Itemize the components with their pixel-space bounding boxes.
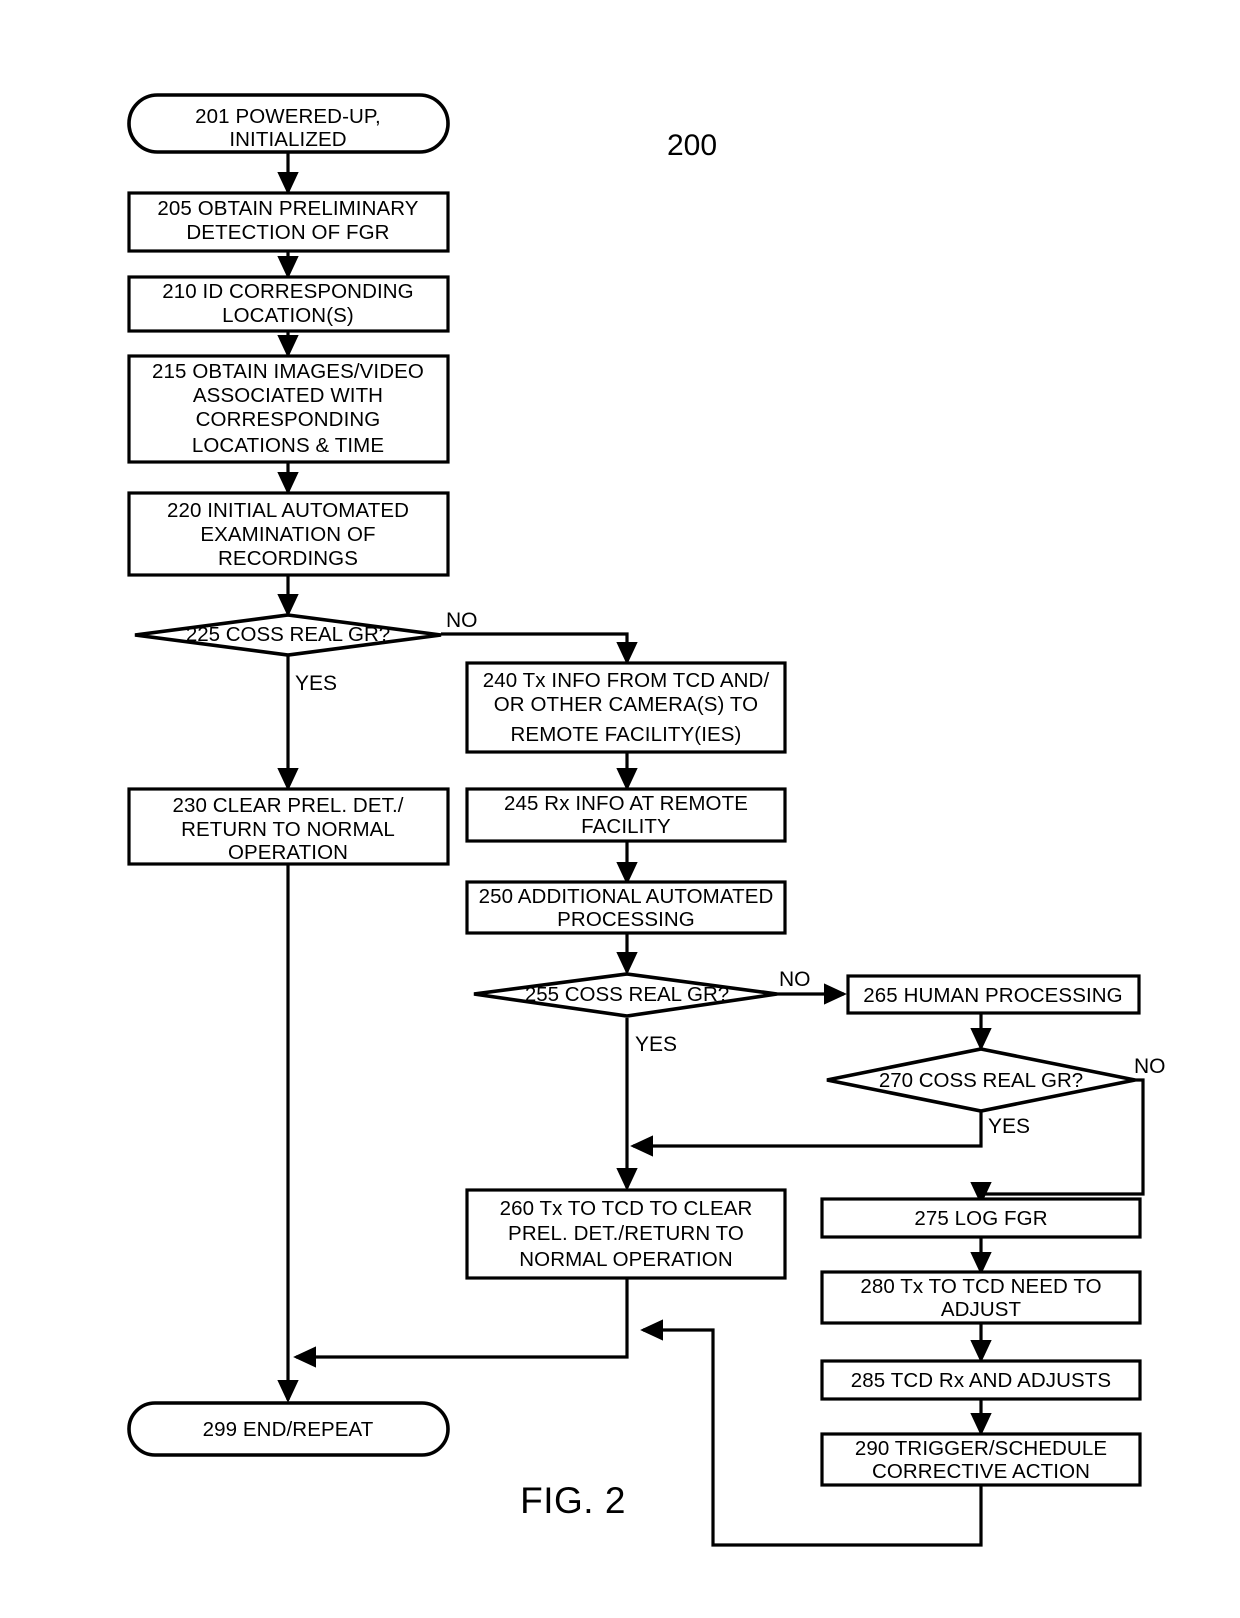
node-290-line-1: 290 TRIGGER/SCHEDULE bbox=[855, 1437, 1107, 1460]
node-290-line-2: CORRECTIVE ACTION bbox=[872, 1460, 1090, 1483]
node-245-line-2: FACILITY bbox=[581, 815, 671, 838]
node-240-line-1: 240 Tx INFO FROM TCD AND/ bbox=[483, 669, 770, 692]
edge-label-255-yes: YES bbox=[635, 1033, 677, 1056]
node-275-log-fgr[interactable]: 275 LOG FGR bbox=[820, 1197, 1142, 1239]
node-250-line-2: PROCESSING bbox=[557, 908, 695, 931]
node-215-obtain-images-video[interactable]: 215 OBTAIN IMAGES/VIDEO ASSOCIATED WITH … bbox=[127, 354, 450, 464]
node-290-trigger-schedule-corrective-action[interactable]: 290 TRIGGER/SCHEDULE CORRECTIVE ACTION bbox=[820, 1432, 1142, 1487]
node-230-line-3: OPERATION bbox=[228, 841, 348, 864]
node-245-line-1: 245 Rx INFO AT REMOTE bbox=[504, 792, 748, 815]
node-280-tx-to-tcd-need-to-adjust[interactable]: 280 Tx TO TCD NEED TO ADJUST bbox=[820, 1270, 1142, 1325]
node-270-label: 270 COSS REAL GR? bbox=[879, 1069, 1083, 1092]
node-280-line-1: 280 Tx TO TCD NEED TO bbox=[860, 1275, 1101, 1298]
node-280-line-2: ADJUST bbox=[941, 1298, 1022, 1321]
node-285-label: 285 TCD Rx AND ADJUSTS bbox=[851, 1369, 1111, 1392]
node-299-end-repeat[interactable]: 299 END/REPEAT bbox=[127, 1401, 450, 1457]
edge-label-270-no: NO bbox=[1134, 1055, 1166, 1078]
node-205-line-1: 205 OBTAIN PRELIMINARY bbox=[157, 197, 418, 220]
node-255-label: 255 COSS REAL GR? bbox=[525, 983, 729, 1006]
node-201-line-2: INITIALIZED bbox=[229, 128, 346, 151]
node-250-additional-automated-processing[interactable]: 250 ADDITIONAL AUTOMATED PROCESSING bbox=[465, 880, 787, 935]
node-260-line-1: 260 Tx TO TCD TO CLEAR bbox=[500, 1197, 753, 1220]
node-215-line-1: 215 OBTAIN IMAGES/VIDEO bbox=[152, 360, 424, 383]
node-260-tx-to-tcd-to-clear[interactable]: 260 Tx TO TCD TO CLEAR PREL. DET./RETURN… bbox=[465, 1188, 787, 1280]
node-285-tcd-rx-and-adjusts[interactable]: 285 TCD Rx AND ADJUSTS bbox=[820, 1359, 1142, 1401]
figure-caption: FIG. 2 bbox=[520, 1480, 626, 1521]
node-210-line-1: 210 ID CORRESPONDING bbox=[162, 280, 413, 303]
node-299-label: 299 END/REPEAT bbox=[203, 1418, 374, 1441]
node-260-line-3: NORMAL OPERATION bbox=[519, 1248, 732, 1271]
node-220-line-1: 220 INITIAL AUTOMATED bbox=[167, 499, 409, 522]
edge-label-225-yes: YES bbox=[295, 672, 337, 695]
node-265-label: 265 HUMAN PROCESSING bbox=[863, 984, 1122, 1007]
node-220-line-2: EXAMINATION OF bbox=[200, 523, 375, 546]
node-265-human-processing[interactable]: 265 HUMAN PROCESSING bbox=[846, 974, 1141, 1015]
node-230-clear-prel-det-return[interactable]: 230 CLEAR PREL. DET./ RETURN TO NORMAL O… bbox=[127, 787, 450, 866]
edge-270-yes-260 bbox=[630, 1112, 983, 1157]
node-270-coss-real-gr-decision[interactable]: 270 COSS REAL GR? bbox=[826, 1047, 1136, 1113]
node-230-line-1: 230 CLEAR PREL. DET./ bbox=[172, 794, 403, 817]
edge-260-299 bbox=[293, 1278, 629, 1368]
node-240-tx-info-from-tcd[interactable]: 240 Tx INFO FROM TCD AND/ OR OTHER CAMER… bbox=[465, 661, 787, 754]
edge-label-225-no: NO bbox=[446, 609, 478, 632]
node-225-label: 225 COSS REAL GR? bbox=[186, 623, 390, 646]
node-245-rx-info-at-remote-facility[interactable]: 245 Rx INFO AT REMOTE FACILITY bbox=[465, 787, 787, 843]
node-275-label: 275 LOG FGR bbox=[914, 1207, 1047, 1230]
edge-label-270-yes: YES bbox=[988, 1115, 1030, 1138]
node-220-initial-automated-examination[interactable]: 220 INITIAL AUTOMATED EXAMINATION OF REC… bbox=[127, 491, 450, 577]
node-225-coss-real-gr-decision[interactable]: 225 COSS REAL GR? bbox=[134, 613, 442, 657]
edge-label-255-no: NO bbox=[779, 968, 811, 991]
node-215-line-3: CORRESPONDING bbox=[196, 408, 381, 431]
flowchart-svg: 201 POWERED-UP, INITIALIZED 205 OBTAIN P… bbox=[127, 93, 1166, 1547]
node-205-line-2: DETECTION OF FGR bbox=[186, 221, 389, 244]
node-220-line-3: RECORDINGS bbox=[218, 547, 358, 570]
figure-canvas: 201 POWERED-UP, INITIALIZED 205 OBTAIN P… bbox=[0, 0, 1240, 1618]
node-260-line-2: PREL. DET./RETURN TO bbox=[508, 1222, 744, 1245]
node-205-obtain-preliminary-detection[interactable]: 205 OBTAIN PRELIMINARY DETECTION OF FGR bbox=[127, 191, 450, 253]
node-240-line-3: REMOTE FACILITY(IES) bbox=[511, 723, 742, 746]
node-215-line-2: ASSOCIATED WITH bbox=[193, 384, 383, 407]
node-201-powered-up-initialized[interactable]: 201 POWERED-UP, INITIALIZED bbox=[127, 93, 450, 154]
node-201-line-1: 201 POWERED-UP, bbox=[195, 105, 381, 128]
node-210-line-2: LOCATION(S) bbox=[222, 304, 354, 327]
node-210-id-corresponding-locations[interactable]: 210 ID CORRESPONDING LOCATION(S) bbox=[127, 275, 450, 333]
edge-225-no-240 bbox=[441, 632, 638, 665]
figure-reference-numeral: 200 bbox=[667, 129, 717, 162]
node-215-line-4: LOCATIONS & TIME bbox=[192, 434, 384, 457]
node-250-line-1: 250 ADDITIONAL AUTOMATED bbox=[479, 885, 774, 908]
node-240-line-2: OR OTHER CAMERA(S) TO bbox=[494, 693, 758, 716]
node-255-coss-real-gr-decision[interactable]: 255 COSS REAL GR? bbox=[473, 972, 778, 1018]
node-230-line-2: RETURN TO NORMAL bbox=[181, 818, 395, 841]
